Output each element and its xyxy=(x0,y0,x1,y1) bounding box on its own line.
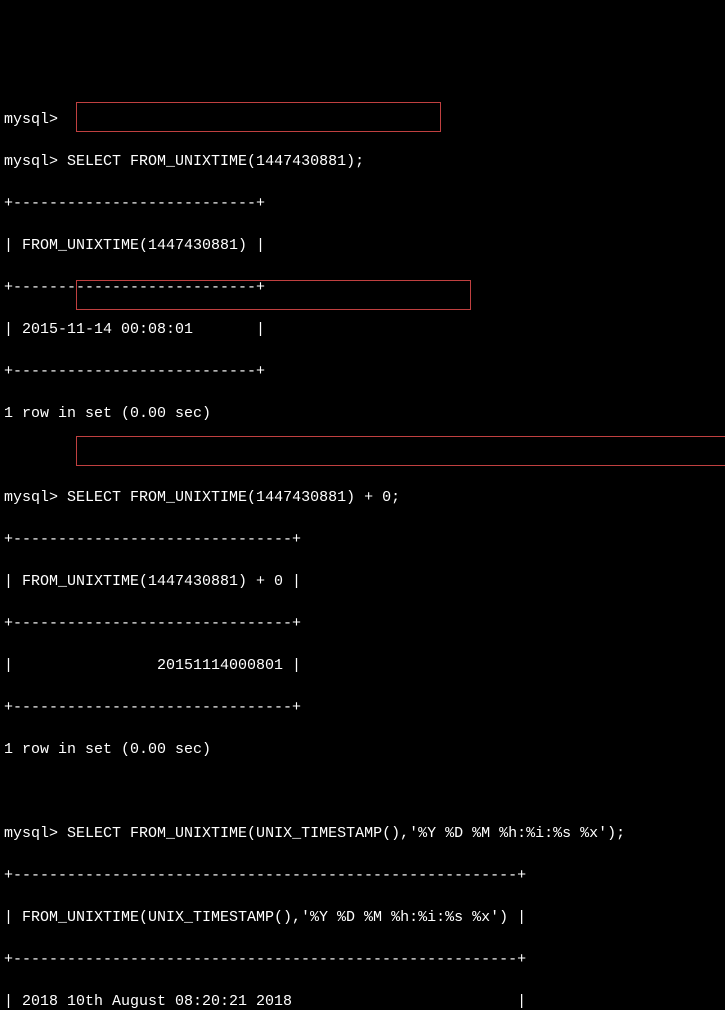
prompt: mysql> xyxy=(4,825,58,842)
table-border: +---------------------------+ xyxy=(4,277,721,298)
table-border: +---------------------------+ xyxy=(4,193,721,214)
table-border: +---------------------------+ xyxy=(4,361,721,382)
blank-line xyxy=(4,445,721,466)
table-header: | FROM_UNIXTIME(UNIX_TIMESTAMP(),'%Y %D … xyxy=(4,907,721,928)
prompt-line: mysql> xyxy=(4,109,721,130)
terminal-output[interactable]: mysql> mysql> SELECT FROM_UNIXTIME(14474… xyxy=(4,88,721,1010)
result-footer: 1 row in set (0.00 sec) xyxy=(4,403,721,424)
table-border: +-------------------------------+ xyxy=(4,529,721,550)
table-border: +-------------------------------+ xyxy=(4,613,721,634)
prompt: mysql> xyxy=(4,153,58,170)
sql-query: SELECT FROM_UNIXTIME(UNIX_TIMESTAMP(),'%… xyxy=(67,825,625,842)
sql-query: SELECT FROM_UNIXTIME(1447430881) + 0; xyxy=(67,489,400,506)
blank-line xyxy=(4,781,721,802)
result-footer: 1 row in set (0.00 sec) xyxy=(4,739,721,760)
table-row: | 2018 10th August 08:20:21 2018 | xyxy=(4,991,721,1010)
query-line: mysql> SELECT FROM_UNIXTIME(1447430881); xyxy=(4,151,721,172)
table-border: +---------------------------------------… xyxy=(4,865,721,886)
sql-query: SELECT FROM_UNIXTIME(1447430881); xyxy=(67,153,364,170)
table-row: | 20151114000801 | xyxy=(4,655,721,676)
table-header: | FROM_UNIXTIME(1447430881) | xyxy=(4,235,721,256)
table-header: | FROM_UNIXTIME(1447430881) + 0 | xyxy=(4,571,721,592)
prompt: mysql> xyxy=(4,489,58,506)
query-line: mysql> SELECT FROM_UNIXTIME(UNIX_TIMESTA… xyxy=(4,823,721,844)
prompt: mysql> xyxy=(4,111,58,128)
table-border: +-------------------------------+ xyxy=(4,697,721,718)
table-row: | 2015-11-14 00:08:01 | xyxy=(4,319,721,340)
table-border: +---------------------------------------… xyxy=(4,949,721,970)
